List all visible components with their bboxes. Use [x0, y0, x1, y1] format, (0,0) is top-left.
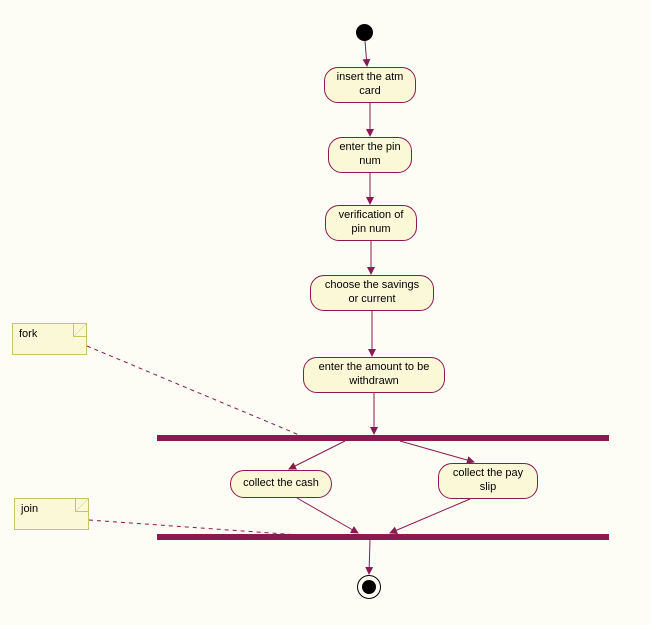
note-corner-icon: [73, 324, 86, 337]
initial-node: [356, 24, 373, 41]
activity-label: choose the savings or current: [321, 279, 423, 307]
activity-enter-pin: enter the pin num: [328, 137, 412, 173]
final-node: [357, 575, 381, 599]
note-label: fork: [19, 328, 37, 340]
activity-insert-card: insert the atm card: [324, 67, 416, 103]
activity-enter-amount: enter the amount to be withdrawn: [303, 357, 445, 393]
note-join: join: [14, 498, 89, 530]
activity-verify-pin: verification of pin num: [325, 205, 417, 241]
note-corner-icon: [75, 499, 88, 512]
activity-label: verification of pin num: [336, 209, 406, 237]
final-node-inner: [362, 580, 376, 594]
activity-label: collect the pay slip: [449, 467, 527, 495]
activity-label: collect the cash: [243, 477, 319, 491]
note-label: join: [21, 503, 38, 515]
activity-label: insert the atm card: [335, 71, 405, 99]
activity-collect-cash: collect the cash: [230, 470, 332, 498]
activity-choose-account: choose the savings or current: [310, 275, 434, 311]
fork-bar: [157, 435, 609, 441]
join-bar: [157, 534, 609, 540]
activity-label: enter the amount to be withdrawn: [314, 361, 434, 389]
activity-collect-pay-slip: collect the pay slip: [438, 463, 538, 499]
activity-label: enter the pin num: [339, 141, 401, 169]
note-fork: fork: [12, 323, 87, 355]
